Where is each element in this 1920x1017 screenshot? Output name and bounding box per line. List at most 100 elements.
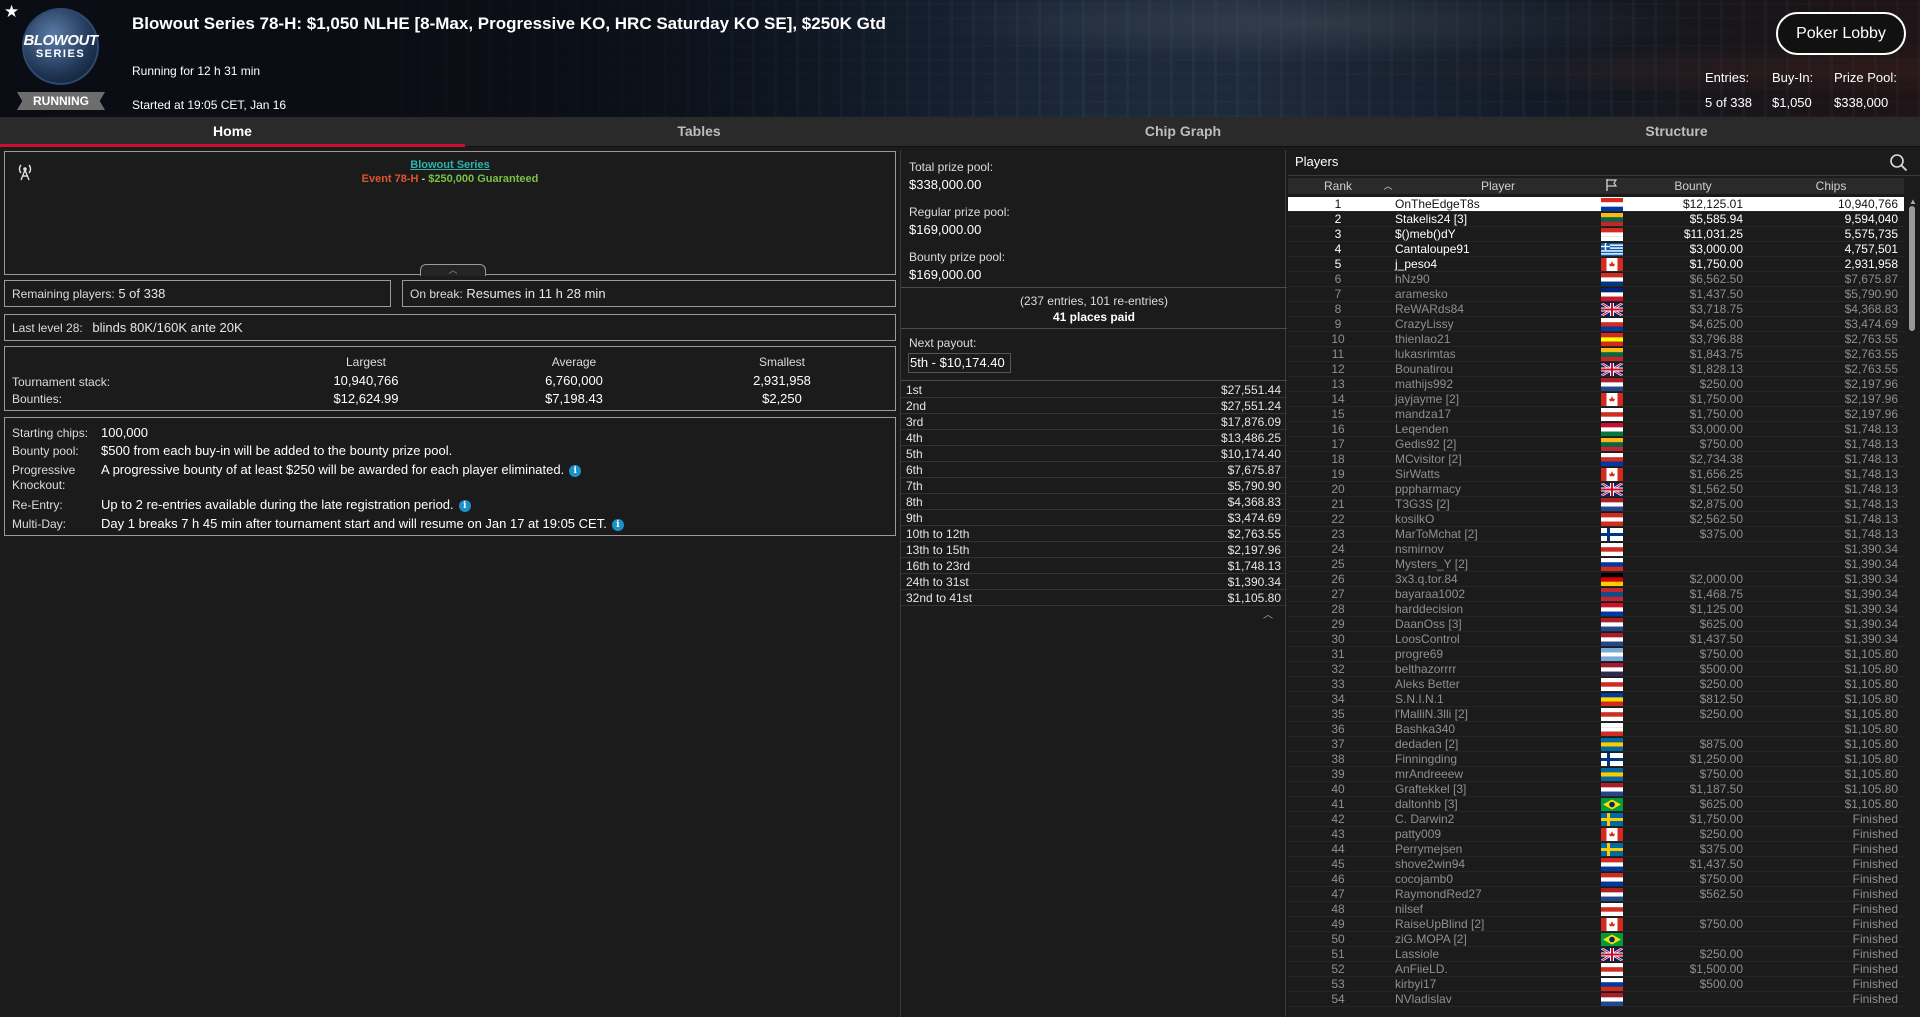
flag-column-icon[interactable] xyxy=(1602,178,1622,196)
player-row[interactable]: 22 kosilkO $2,562.50 $1,748.13 xyxy=(1288,512,1904,527)
player-row[interactable]: 53 kirbyi17 $500.00 Finished xyxy=(1288,977,1904,992)
player-row[interactable]: 46 cocojamb0 $750.00 Finished xyxy=(1288,872,1904,887)
buyin-stat: Buy-In: $1,050 xyxy=(1772,70,1814,110)
player-row[interactable]: 28 harddecision $1,125.00 $1,390.34 xyxy=(1288,602,1904,617)
player-row[interactable]: 30 LoosControl $1,437.50 $1,390.34 xyxy=(1288,632,1904,647)
player-row[interactable]: 45 shove2win94 $1,437.50 Finished xyxy=(1288,857,1904,872)
players-scrollbar[interactable] xyxy=(1908,206,1916,1011)
rank-column-header[interactable]: Rank xyxy=(1288,178,1388,194)
bounty-column-header[interactable]: Bounty xyxy=(1628,178,1758,194)
player-row[interactable]: 17 Gedis92 [2] $750.00 $1,748.13 xyxy=(1288,437,1904,452)
player-bounty: $2,875.00 xyxy=(1689,497,1743,511)
player-row[interactable]: 34 S.N.I.N.1 $812.50 $1,105.80 xyxy=(1288,692,1904,707)
player-row[interactable]: 1 OnTheEdgeT8s $12,125.01 10,940,766 xyxy=(1288,197,1904,212)
player-chips: Finished xyxy=(1852,872,1898,886)
player-rank: 18 xyxy=(1331,452,1345,466)
payout-place: 3rd xyxy=(906,415,924,429)
player-rank: 36 xyxy=(1331,722,1345,736)
player-name: Cantaloupe91 xyxy=(1395,242,1470,256)
player-row[interactable]: 10 thienlao21 $3,796.88 $2,763.55 xyxy=(1288,332,1904,347)
country-flag-icon xyxy=(1600,301,1624,318)
player-row[interactable]: 42 C. Darwin2 $1,750.00 Finished xyxy=(1288,812,1904,827)
player-row[interactable]: 24 nsmirnov $1,390.34 xyxy=(1288,542,1904,557)
player-row[interactable]: 2 Stakelis24 [3] $5,585.94 9,594,040 xyxy=(1288,212,1904,227)
player-row[interactable]: 12 Bounatirou $1,828.13 $2,763.55 xyxy=(1288,361,1904,378)
player-rank: 28 xyxy=(1331,602,1345,616)
player-row[interactable]: 21 T3G3S [2] $2,875.00 $1,748.13 xyxy=(1288,497,1904,512)
favorite-star-icon[interactable]: ★ xyxy=(4,2,19,22)
player-row[interactable]: 43 patty009 $250.00 Finished xyxy=(1288,827,1904,842)
collapse-payouts-icon[interactable]: ︿ xyxy=(1263,606,1273,621)
player-row[interactable]: 4 Cantaloupe91 $3,000.00 4,757,501 xyxy=(1288,242,1904,257)
tab-structure[interactable]: Structure xyxy=(1433,117,1920,147)
player-row[interactable]: 19 SirWatts $1,656.25 $1,748.13 xyxy=(1288,467,1904,482)
player-row[interactable]: 49 RaiseUpBlind [2] $750.00 Finished xyxy=(1288,917,1904,932)
player-row[interactable]: 9 CrazyLissy $4,625.00 $3,474.69 xyxy=(1288,317,1904,332)
player-row[interactable]: 48 nilsef Finished xyxy=(1288,902,1904,917)
sort-ascending-icon[interactable]: ︿ xyxy=(1382,178,1394,194)
multiday-text: Day 1 breaks 7 h 45 min after tournament… xyxy=(101,516,624,531)
player-row[interactable]: 16 Leqenden $3,000.00 $1,748.13 xyxy=(1288,422,1904,437)
player-rank: 34 xyxy=(1331,692,1345,706)
player-row[interactable]: 51 Lassiole $250.00 Finished xyxy=(1288,946,1904,963)
search-icon[interactable] xyxy=(1889,153,1908,172)
player-column-header[interactable]: Player xyxy=(1398,178,1598,194)
player-row[interactable]: 35 l'MalliN.3lli [2] $250.00 $1,105.80 xyxy=(1288,707,1904,722)
scrollbar-thumb[interactable] xyxy=(1909,206,1915,331)
player-row[interactable]: 52 AnFiieLD. $1,500.00 Finished xyxy=(1288,962,1904,977)
info-icon[interactable]: i xyxy=(611,518,624,531)
player-row[interactable]: 41 daltonhb [3] $625.00 $1,105.80 xyxy=(1288,797,1904,812)
player-row[interactable]: 15 mandza17 $1,750.00 $2,197.96 xyxy=(1288,407,1904,422)
player-chips: Finished xyxy=(1852,902,1898,916)
player-rank: 32 xyxy=(1331,662,1345,676)
tab-chip-graph[interactable]: Chip Graph xyxy=(933,117,1433,147)
player-row[interactable]: 27 bayaraa1002 $1,468.75 $1,390.34 xyxy=(1288,587,1904,602)
player-row[interactable]: 50 ziG.MOPA [2] Finished xyxy=(1288,932,1904,947)
player-row[interactable]: 6 hNz90 $6,562.50 $7,675.87 xyxy=(1288,272,1904,287)
collapse-toggle[interactable]: ︿ xyxy=(420,264,486,276)
player-row[interactable]: 32 belthazorrrr $500.00 $1,105.80 xyxy=(1288,662,1904,677)
player-row[interactable]: 38 Finningding $1,250.00 $1,105.80 xyxy=(1288,752,1904,767)
player-row[interactable]: 37 dedaden [2] $875.00 $1,105.80 xyxy=(1288,737,1904,752)
series-link[interactable]: Blowout Series xyxy=(5,159,895,171)
player-row[interactable]: 40 Graftekkel [3] $1,187.50 $1,105.80 xyxy=(1288,782,1904,797)
player-row[interactable]: 8 ReWARds84 $3,718.75 $4,368.83 xyxy=(1288,301,1904,318)
player-row[interactable]: 33 Aleks Better $250.00 $1,105.80 xyxy=(1288,677,1904,692)
player-row[interactable]: 26 3x3.q.tor.84 $2,000.00 $1,390.34 xyxy=(1288,572,1904,587)
player-row[interactable]: 23 MarToMchat [2] $375.00 $1,748.13 xyxy=(1288,527,1904,542)
player-row[interactable]: 39 mrAndreeew $750.00 $1,105.80 xyxy=(1288,767,1904,782)
tab-home[interactable]: Home xyxy=(0,117,465,147)
info-icon[interactable]: i xyxy=(569,464,582,477)
player-row[interactable]: 25 Mysters_Y [2] $1,390.34 xyxy=(1288,557,1904,572)
poker-lobby-button[interactable]: Poker Lobby xyxy=(1776,12,1906,55)
info-icon[interactable]: i xyxy=(458,499,471,512)
player-row[interactable]: 14 jayjayme [2] $1,750.00 $2,197.96 xyxy=(1288,392,1904,407)
player-row[interactable]: 44 Perrymejsen $375.00 Finished xyxy=(1288,842,1904,857)
player-row[interactable]: 54 NVladislav Finished xyxy=(1288,992,1904,1007)
player-row[interactable]: 13 mathijs992 $250.00 $2,197.96 xyxy=(1288,377,1904,392)
player-row[interactable]: 18 MCvisitor [2] $2,734.38 $1,748.13 xyxy=(1288,452,1904,467)
player-row[interactable]: 36 Bashka340 $1,105.80 xyxy=(1288,722,1904,737)
tab-tables[interactable]: Tables xyxy=(465,117,933,147)
payout-amount: $7,675.87 xyxy=(1227,463,1281,477)
chips-column-header[interactable]: Chips xyxy=(1758,178,1904,194)
player-row[interactable]: 29 DaanOss [3] $625.00 $1,390.34 xyxy=(1288,617,1904,632)
player-row[interactable]: 5 j_peso4 $1,750.00 2,931,958 xyxy=(1288,257,1904,272)
player-bounty: $562.50 xyxy=(1699,887,1743,901)
country-flag-icon xyxy=(1601,828,1623,842)
player-row[interactable]: 11 lukasrimtas $1,843.75 $2,763.55 xyxy=(1288,347,1904,362)
player-chips: $2,197.96 xyxy=(1844,377,1898,391)
player-rank: 52 xyxy=(1331,962,1345,976)
player-bounty: $1,828.13 xyxy=(1689,362,1743,376)
player-row[interactable]: 47 RaymondRed27 $562.50 Finished xyxy=(1288,887,1904,902)
scroll-up-icon[interactable]: ▲ xyxy=(1909,197,1917,206)
player-chips: $1,105.80 xyxy=(1844,647,1898,661)
player-row[interactable]: 31 progre69 $750.00 $1,105.80 xyxy=(1288,647,1904,662)
country-flag-icon xyxy=(1601,318,1623,332)
player-name: dedaden [2] xyxy=(1395,737,1459,751)
player-row[interactable]: 3 $()meb()dY $11,031.25 5,575,735 xyxy=(1288,227,1904,242)
player-row[interactable]: 20 pppharmacy $1,562.50 $1,748.13 xyxy=(1288,481,1904,498)
player-bounty: $1,468.75 xyxy=(1689,587,1743,601)
country-flag-icon xyxy=(1601,753,1623,767)
player-row[interactable]: 7 aramesko $1,437.50 $5,790.90 xyxy=(1288,287,1904,302)
